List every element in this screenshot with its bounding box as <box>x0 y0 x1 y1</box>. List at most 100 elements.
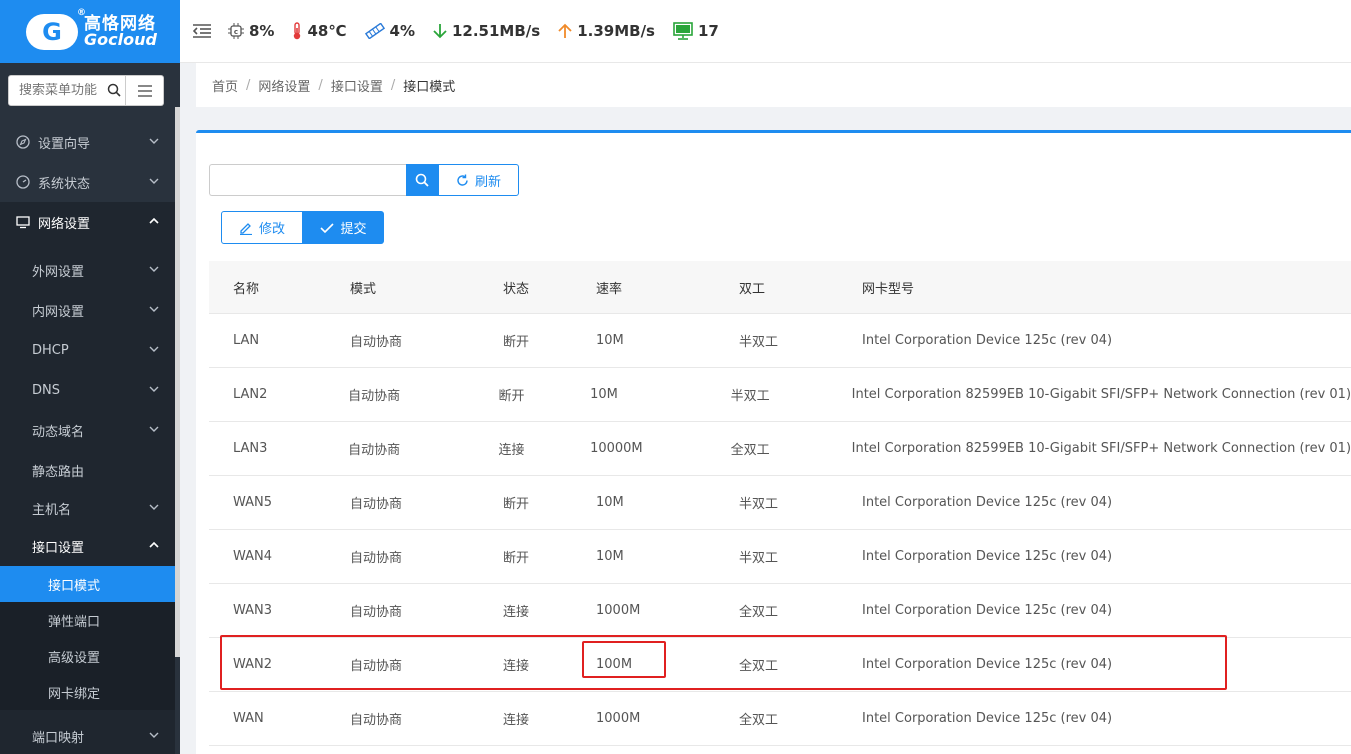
menu-nic-bonding[interactable]: 网卡绑定 <box>0 674 175 710</box>
cell-mode: 自动协商 <box>350 713 403 728</box>
sidebar-scrollbar[interactable] <box>175 107 180 657</box>
cell-status: 连接 <box>503 659 530 674</box>
cell-duplex: 半双工 <box>730 389 770 404</box>
breadcrumb-home[interactable]: 首页 <box>212 76 238 95</box>
download-speed: 12.51MB/s <box>433 22 540 40</box>
table-search-input[interactable] <box>209 164 406 196</box>
chevron-down-icon <box>149 423 159 438</box>
search-bar: 刷新 <box>209 164 519 196</box>
menu-ddns[interactable]: 动态域名 <box>0 410 175 450</box>
breadcrumb-interface[interactable]: 接口设置 <box>331 76 383 95</box>
breadcrumb-network[interactable]: 网络设置 <box>258 76 310 95</box>
cpu-icon: c <box>228 23 244 39</box>
table-row[interactable]: WAN5 自动协商 断开 10M 半双工 Intel Corporation Device… <box>209 476 1351 530</box>
cell-name: LAN2 <box>233 387 268 402</box>
cell-name: WAN <box>233 711 264 726</box>
search-icon[interactable] <box>107 83 121 101</box>
chevron-down-icon <box>149 303 159 318</box>
chevron-down-icon <box>149 263 159 278</box>
cell-nic-model: Intel Corporation 82599EB 10-Gigabit SFI… <box>851 441 1351 456</box>
cell-speed: 10M <box>596 549 624 564</box>
cell-speed: 100M <box>596 657 633 672</box>
cell-name: WAN2 <box>233 657 273 672</box>
connected-clients: 17 <box>673 22 719 40</box>
cell-name: WAN4 <box>233 549 273 564</box>
cell-name: LAN <box>233 333 260 348</box>
chevron-up-icon <box>149 215 159 230</box>
sidebar: 设置向导 系统状态 网络设置 外网设置 内网设置 DHCP DNS 动态域名 静… <box>0 63 180 754</box>
menu-hostname[interactable]: 主机名 <box>0 490 175 526</box>
menu-wan-settings[interactable]: 外网设置 <box>0 250 175 290</box>
breadcrumb-current: 接口模式 <box>403 79 456 95</box>
cell-nic-model: Intel Corporation Device 125c (rev 04) <box>862 711 1113 726</box>
cell-duplex: 半双工 <box>739 497 779 512</box>
cell-speed: 1000M <box>596 603 641 618</box>
breadcrumb: 首页 / 网络设置 / 接口设置 / 接口模式 <box>196 63 1351 107</box>
cell-nic-model: Intel Corporation Device 125c (rev 04) <box>862 603 1113 618</box>
cell-status: 断开 <box>503 497 530 512</box>
table-row[interactable]: LAN3 自动协商 连接 10000M 全双工 Intel Corporation 825… <box>209 422 1351 476</box>
cell-status: 断开 <box>503 551 530 566</box>
cell-speed: 10M <box>590 387 618 402</box>
menu-network-settings[interactable]: 网络设置 <box>0 202 175 242</box>
chevron-down-icon <box>149 175 159 190</box>
menu-lan-settings[interactable]: 内网设置 <box>0 290 175 330</box>
action-buttons: 修改 提交 <box>221 211 384 244</box>
cell-nic-model: Intel Corporation 82599EB 10-Gigabit SFI… <box>851 387 1351 402</box>
col-header-nic-model: 网卡型号 <box>862 281 915 297</box>
cell-speed: 10000M <box>590 441 643 456</box>
table-row[interactable]: WAN3 自动协商 连接 1000M 全双工 Intel Corporation Devi… <box>209 584 1351 638</box>
table-row[interactable]: LAN 自动协商 断开 10M 半双工 Intel Corporation Device … <box>209 314 1351 368</box>
menu-dns[interactable]: DNS <box>0 370 175 410</box>
table-row[interactable]: WAN 自动协商 连接 1000M 全双工 Intel Corporation Devic… <box>209 692 1351 746</box>
refresh-button[interactable]: 刷新 <box>438 164 519 196</box>
cell-mode: 自动协商 <box>350 659 403 674</box>
menu-interface-mode[interactable]: 接口模式 <box>0 566 175 602</box>
cell-name: WAN3 <box>233 603 273 618</box>
desktop-icon <box>16 215 30 229</box>
cell-duplex: 全双工 <box>739 713 779 728</box>
menu-advanced-settings[interactable]: 高级设置 <box>0 638 175 674</box>
menu-static-route[interactable]: 静态路由 <box>0 450 175 490</box>
cell-mode: 自动协商 <box>350 335 403 350</box>
menu-dhcp[interactable]: DHCP <box>0 330 175 370</box>
chevron-down-icon <box>149 383 159 398</box>
cell-status: 连接 <box>503 713 530 728</box>
menu-port-mapping[interactable]: 端口映射 <box>0 716 175 754</box>
cell-nic-model: Intel Corporation Device 125c (rev 04) <box>862 657 1113 672</box>
upload-speed: 1.39MB/s <box>558 22 655 40</box>
menu-setup-wizard[interactable]: 设置向导 <box>0 122 175 162</box>
sidebar-menu: 设置向导 系统状态 网络设置 外网设置 内网设置 DHCP DNS 动态域名 静… <box>0 122 175 754</box>
cell-speed: 10M <box>596 333 624 348</box>
monitor-icon <box>673 22 693 40</box>
arrow-down-icon <box>433 23 447 39</box>
search-icon <box>415 173 429 187</box>
cell-status: 连接 <box>503 605 530 620</box>
search-button[interactable] <box>406 164 438 196</box>
interface-submenu: 接口模式 弹性端口 高级设置 网卡绑定 <box>0 566 175 710</box>
menu-system-status[interactable]: 系统状态 <box>0 162 175 202</box>
pencil-icon <box>239 221 253 235</box>
menu-elastic-port[interactable]: 弹性端口 <box>0 602 175 638</box>
network-submenu: 外网设置 内网设置 DHCP DNS 动态域名 静态路由 主机名 接口设置 接口… <box>0 242 175 754</box>
compass-icon <box>16 135 30 149</box>
col-header-speed: 速率 <box>596 281 623 297</box>
menu-list-button[interactable] <box>126 75 164 106</box>
col-header-name: 名称 <box>233 281 260 297</box>
cell-name: LAN3 <box>233 441 268 456</box>
gauge-icon <box>16 175 30 189</box>
temperature: 48℃ <box>292 22 347 40</box>
table-row[interactable]: WAN2 自动协商 连接 100M 全双工 Intel Corporation Devic… <box>209 638 1351 692</box>
menu-search-input[interactable] <box>19 83 105 98</box>
table-row[interactable]: WAN4 自动协商 断开 10M 半双工 Intel Corporation Device… <box>209 530 1351 584</box>
col-header-duplex: 双工 <box>739 281 766 297</box>
table-row[interactable]: LAN2 自动协商 断开 10M 半双工 Intel Corporation 82599E… <box>209 368 1351 422</box>
cell-duplex: 半双工 <box>739 335 779 350</box>
thermometer-icon <box>292 22 302 40</box>
collapse-menu-icon[interactable] <box>192 21 212 41</box>
interface-table: 名称 模式 状态 速率 双工 网卡型号 LAN 自动协商 断开 10M 半双工 Intel… <box>209 261 1351 746</box>
menu-interface-settings[interactable]: 接口设置 <box>0 526 175 566</box>
edit-button[interactable]: 修改 <box>221 211 303 244</box>
submit-button[interactable]: 提交 <box>303 211 384 244</box>
check-icon <box>320 222 335 234</box>
